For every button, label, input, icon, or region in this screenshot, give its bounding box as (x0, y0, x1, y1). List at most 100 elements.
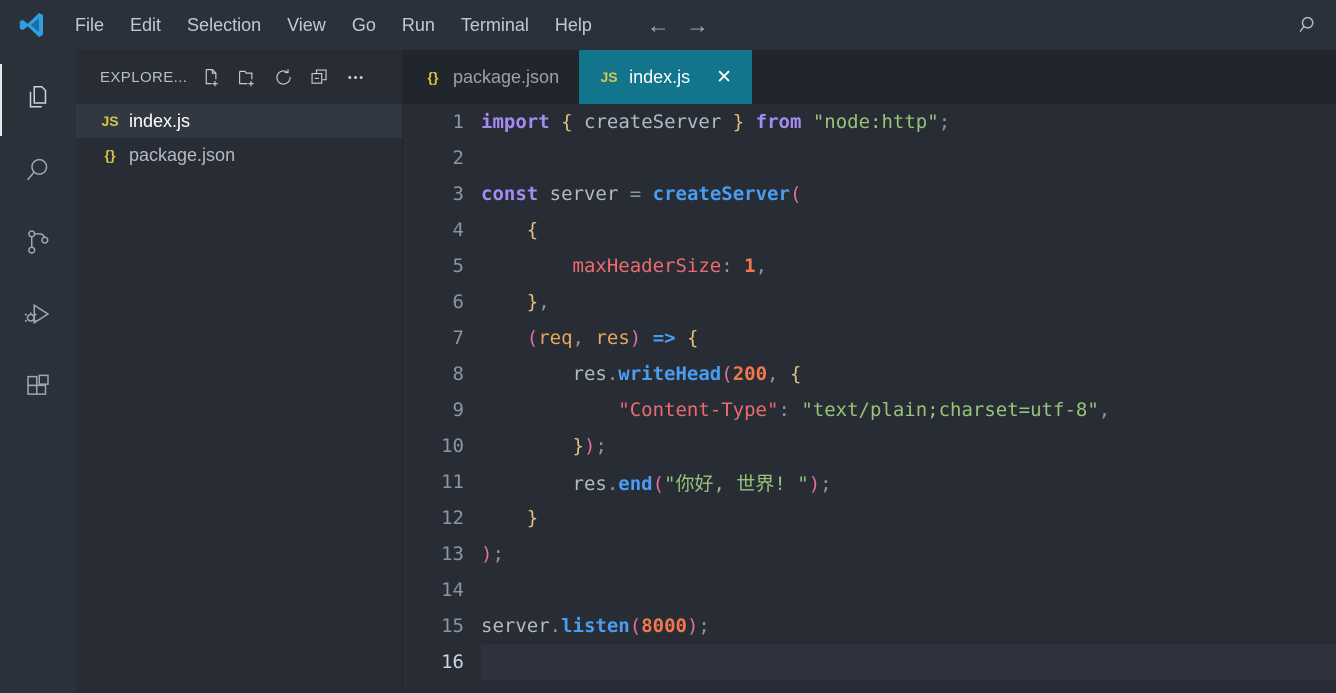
js-file-icon: JS (600, 69, 618, 85)
menu-item-view[interactable]: View (276, 11, 337, 40)
line-number: 5 (452, 255, 464, 277)
tab-label: package.json (453, 66, 560, 87)
menu-bar: File Edit Selection View Go Run Terminal… (64, 11, 603, 40)
menu-item-selection[interactable]: Selection (176, 11, 272, 40)
file-item-index-js[interactable]: JS index.js (76, 104, 402, 138)
code-line-text[interactable]: { (481, 219, 1336, 241)
code-line[interactable]: 2 (403, 140, 1336, 176)
code-line[interactable]: 14 (403, 572, 1336, 608)
activity-item-search[interactable] (0, 136, 76, 208)
code-line[interactable]: 1 import { createServer } from "node:http… (403, 104, 1336, 140)
menu-item-run[interactable]: Run (391, 11, 446, 40)
new-folder-icon[interactable] (233, 63, 261, 91)
file-item-package-json[interactable]: {} package.json (76, 138, 402, 172)
code-line[interactable]: 7 (req, res) => { (403, 320, 1336, 356)
search-icon[interactable] (1294, 10, 1324, 40)
line-number: 2 (452, 147, 464, 169)
code-line-text[interactable]: res.writeHead(200, { (481, 363, 1336, 385)
title-bar: File Edit Selection View Go Run Terminal… (0, 0, 1336, 50)
line-number: 10 (441, 435, 464, 457)
close-icon[interactable]: ✕ (716, 68, 732, 87)
code-line[interactable]: 13); (403, 536, 1336, 572)
tab-package-json[interactable]: {} package.json (403, 50, 580, 104)
explorer-header: EXPLORE... (76, 50, 402, 104)
menu-item-help[interactable]: Help (544, 11, 603, 40)
code-line-text[interactable]: const server = createServer( (481, 183, 1336, 205)
code-line-text[interactable]: server.listen(8000); (481, 615, 1336, 637)
code-line-text[interactable]: }, (481, 291, 1336, 313)
code-line[interactable]: 10 }); (403, 428, 1336, 464)
line-number: 9 (452, 399, 464, 421)
code-line[interactable]: 9 "Content-Type": "text/plain;charset=ut… (403, 392, 1336, 428)
json-file-icon: {} (427, 69, 439, 85)
menu-item-terminal[interactable]: Terminal (450, 11, 540, 40)
file-item-label: index.js (129, 110, 191, 131)
code-line-text[interactable]: }); (481, 435, 1336, 457)
code-line-text[interactable] (481, 147, 1336, 169)
editor-area: {} package.json JS index.js ✕ 1 import { … (403, 50, 1336, 693)
extensions-icon (23, 371, 53, 406)
code-line[interactable]: 8 res.writeHead(200, { (403, 356, 1336, 392)
vscode-logo-icon (14, 8, 48, 42)
line-number: 15 (441, 615, 464, 637)
code-line-text[interactable] (481, 644, 1336, 680)
arrow-right-icon[interactable]: → (686, 13, 709, 37)
explorer-title: EXPLORE... (100, 68, 188, 86)
line-number: 7 (452, 327, 464, 349)
code-line-text[interactable]: "Content-Type": "text/plain;charset=utf-… (481, 399, 1336, 421)
code-line[interactable]: 5 maxHeaderSize: 1, (403, 248, 1336, 284)
code-editor[interactable]: 1 import { createServer } from "node:http… (403, 104, 1336, 693)
code-line[interactable]: 16 (403, 644, 1336, 680)
code-line-text[interactable]: import { createServer } from "node:http"… (481, 111, 1336, 133)
line-number: 8 (452, 363, 464, 385)
code-line[interactable]: 4 { (403, 212, 1336, 248)
code-line-text[interactable]: res.end("你好, 世界! "); (481, 469, 1336, 496)
workbench-body: EXPLORE... JS index.js {} package.json {… (0, 50, 1336, 693)
editor-tab-bar: {} package.json JS index.js ✕ (403, 50, 1336, 104)
code-line-text[interactable]: ); (481, 543, 1336, 565)
line-number: 14 (441, 579, 464, 601)
source-control-icon (23, 227, 53, 262)
navigation-arrows: ← → (647, 13, 709, 37)
activity-item-explorer[interactable] (0, 64, 76, 136)
json-file-icon: {} (104, 147, 116, 163)
code-line[interactable]: 12 } (403, 500, 1336, 536)
code-line[interactable]: 11 res.end("你好, 世界! "); (403, 464, 1336, 500)
code-line[interactable]: 6 }, (403, 284, 1336, 320)
file-tree: JS index.js {} package.json (76, 104, 402, 172)
code-line[interactable]: 15 server.listen(8000); (403, 608, 1336, 644)
js-file-icon: JS (101, 113, 119, 129)
line-number: 16 (441, 651, 464, 673)
files-icon (23, 83, 53, 118)
line-number: 11 (441, 471, 464, 493)
code-line-text[interactable] (481, 579, 1336, 601)
arrow-left-icon[interactable]: ← (647, 13, 670, 37)
code-line-text[interactable]: (req, res) => { (481, 327, 1336, 349)
line-number: 13 (441, 543, 464, 565)
code-line-text[interactable]: } (481, 507, 1336, 529)
line-number: 3 (452, 183, 464, 205)
vscode-window: File Edit Selection View Go Run Terminal… (0, 0, 1336, 693)
activity-item-run-and-debug[interactable] (0, 280, 76, 352)
tab-label: index.js (629, 66, 691, 87)
activity-item-extensions[interactable] (0, 352, 76, 424)
menu-item-file[interactable]: File (64, 11, 115, 40)
code-line-text[interactable]: maxHeaderSize: 1, (481, 255, 1336, 277)
activity-item-source-control[interactable] (0, 208, 76, 280)
code-line[interactable]: 3 const server = createServer( (403, 176, 1336, 212)
line-number: 6 (452, 291, 464, 313)
new-file-icon[interactable] (197, 63, 225, 91)
collapse-all-icon[interactable] (305, 63, 333, 91)
line-number: 4 (452, 219, 464, 241)
run-debug-icon (23, 299, 53, 334)
menu-item-go[interactable]: Go (341, 11, 387, 40)
search-icon (23, 155, 53, 190)
menu-item-edit[interactable]: Edit (119, 11, 172, 40)
explorer-actions (197, 63, 369, 91)
refresh-icon[interactable] (269, 63, 297, 91)
tab-index-js[interactable]: JS index.js ✕ (579, 50, 753, 104)
activity-bar (0, 50, 76, 693)
sidebar-explorer: EXPLORE... JS index.js {} package.json (76, 50, 403, 693)
ellipsis-icon[interactable] (341, 63, 369, 91)
line-number: 1 (452, 111, 464, 133)
